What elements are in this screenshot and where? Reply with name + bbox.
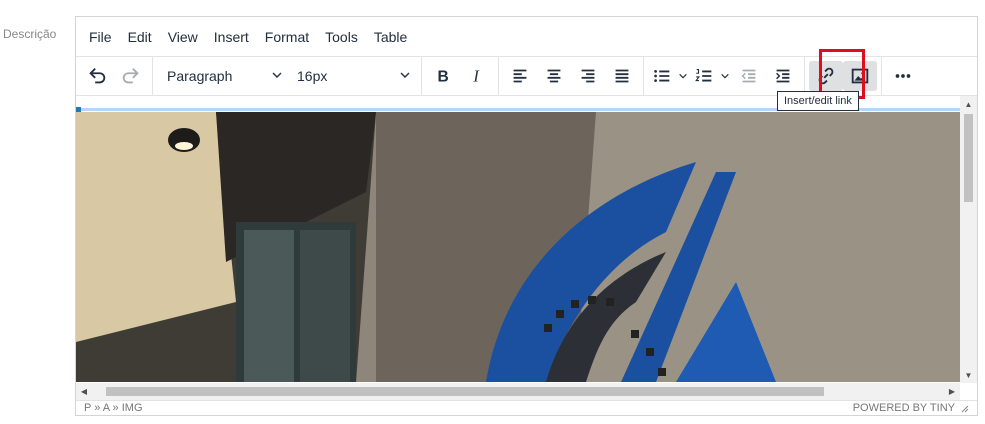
history-group — [76, 56, 153, 96]
image-icon — [851, 68, 869, 84]
bold-icon: B — [438, 69, 449, 86]
align-left-icon — [513, 69, 527, 83]
content-image[interactable] — [76, 112, 960, 382]
vertical-scroll-thumb[interactable] — [964, 114, 973, 202]
vertical-scrollbar[interactable]: ▲ ▼ — [960, 96, 977, 383]
horizontal-scrollbar[interactable]: ◀ ▶ — [76, 383, 960, 400]
format-group: Paragraph 16px — [153, 56, 422, 96]
horizontal-scroll-thumb[interactable] — [106, 387, 824, 396]
statusbar: P » A » IMG POWERED BY TINY — [76, 400, 977, 415]
scroll-down-icon[interactable]: ▼ — [960, 367, 977, 383]
chevron-down-icon[interactable] — [718, 71, 732, 81]
menu-format[interactable]: Format — [257, 23, 317, 51]
more-icon — [895, 74, 911, 78]
bullet-list-icon — [654, 70, 670, 82]
field-label: Descrição — [3, 27, 57, 41]
redo-icon — [122, 68, 139, 84]
redo-button[interactable] — [114, 61, 148, 91]
numbered-list-icon — [695, 69, 712, 82]
undo-button[interactable] — [80, 61, 114, 91]
list-group — [644, 56, 805, 96]
block-format-select[interactable]: Paragraph — [159, 61, 289, 91]
editor-content[interactable]: ▲ ▼ ◀ ▶ — [76, 96, 977, 400]
insert-image-button[interactable] — [843, 61, 877, 91]
scroll-up-icon[interactable]: ▲ — [960, 96, 977, 112]
insert-group — [805, 56, 882, 96]
bullet-list-split-button[interactable] — [648, 61, 690, 91]
bullet-list-button[interactable] — [648, 61, 676, 91]
menu-table[interactable]: Table — [366, 23, 415, 51]
justify-button[interactable] — [605, 61, 639, 91]
align-center-icon — [547, 69, 561, 83]
indent-icon — [776, 69, 790, 83]
italic-button[interactable]: I — [460, 61, 494, 91]
svg-text:I: I — [472, 67, 480, 86]
numbered-list-button[interactable] — [690, 61, 718, 91]
justify-icon — [615, 69, 629, 83]
menu-file[interactable]: File — [81, 23, 120, 51]
menu-insert[interactable]: Insert — [206, 23, 257, 51]
tooltip: Insert/edit link — [777, 91, 859, 111]
style-group: B I — [422, 56, 499, 96]
more-button[interactable] — [886, 61, 920, 91]
menu-view[interactable]: View — [160, 23, 206, 51]
align-center-button[interactable] — [537, 61, 571, 91]
menu-tools[interactable]: Tools — [317, 23, 366, 51]
align-left-button[interactable] — [503, 61, 537, 91]
branding-link[interactable]: POWERED BY TINY — [853, 402, 955, 414]
italic-icon: I — [472, 67, 480, 86]
align-right-button[interactable] — [571, 61, 605, 91]
font-size-value: 16px — [297, 68, 328, 84]
svg-text:B: B — [438, 69, 449, 86]
indent-button[interactable] — [766, 61, 800, 91]
chevron-down-icon — [271, 68, 283, 84]
statusbar-right: POWERED BY TINY — [853, 402, 969, 414]
chevron-down-icon — [399, 68, 411, 84]
align-group — [499, 56, 644, 96]
numbered-list-split-button[interactable] — [690, 61, 732, 91]
menubar: File Edit View Insert Format Tools Table — [76, 17, 977, 57]
align-right-icon — [581, 69, 595, 83]
bold-button[interactable]: B — [426, 61, 460, 91]
scroll-right-icon[interactable]: ▶ — [944, 383, 960, 400]
insert-link-button[interactable] — [809, 61, 843, 91]
rich-text-editor: File Edit View Insert Format Tools Table… — [75, 16, 978, 416]
scroll-left-icon[interactable]: ◀ — [76, 383, 92, 400]
more-group — [882, 57, 924, 96]
office-wall-photo — [76, 112, 960, 382]
outdent-button[interactable] — [732, 61, 766, 91]
outdent-icon — [741, 69, 756, 83]
undo-icon — [89, 68, 106, 84]
resize-handle-icon[interactable] — [959, 403, 969, 413]
chevron-down-icon[interactable] — [676, 71, 690, 81]
link-icon — [818, 67, 834, 85]
menu-edit[interactable]: Edit — [120, 23, 160, 51]
element-path[interactable]: P » A » IMG — [84, 402, 143, 414]
font-size-select[interactable]: 16px — [289, 61, 417, 91]
block-format-value: Paragraph — [167, 68, 233, 84]
